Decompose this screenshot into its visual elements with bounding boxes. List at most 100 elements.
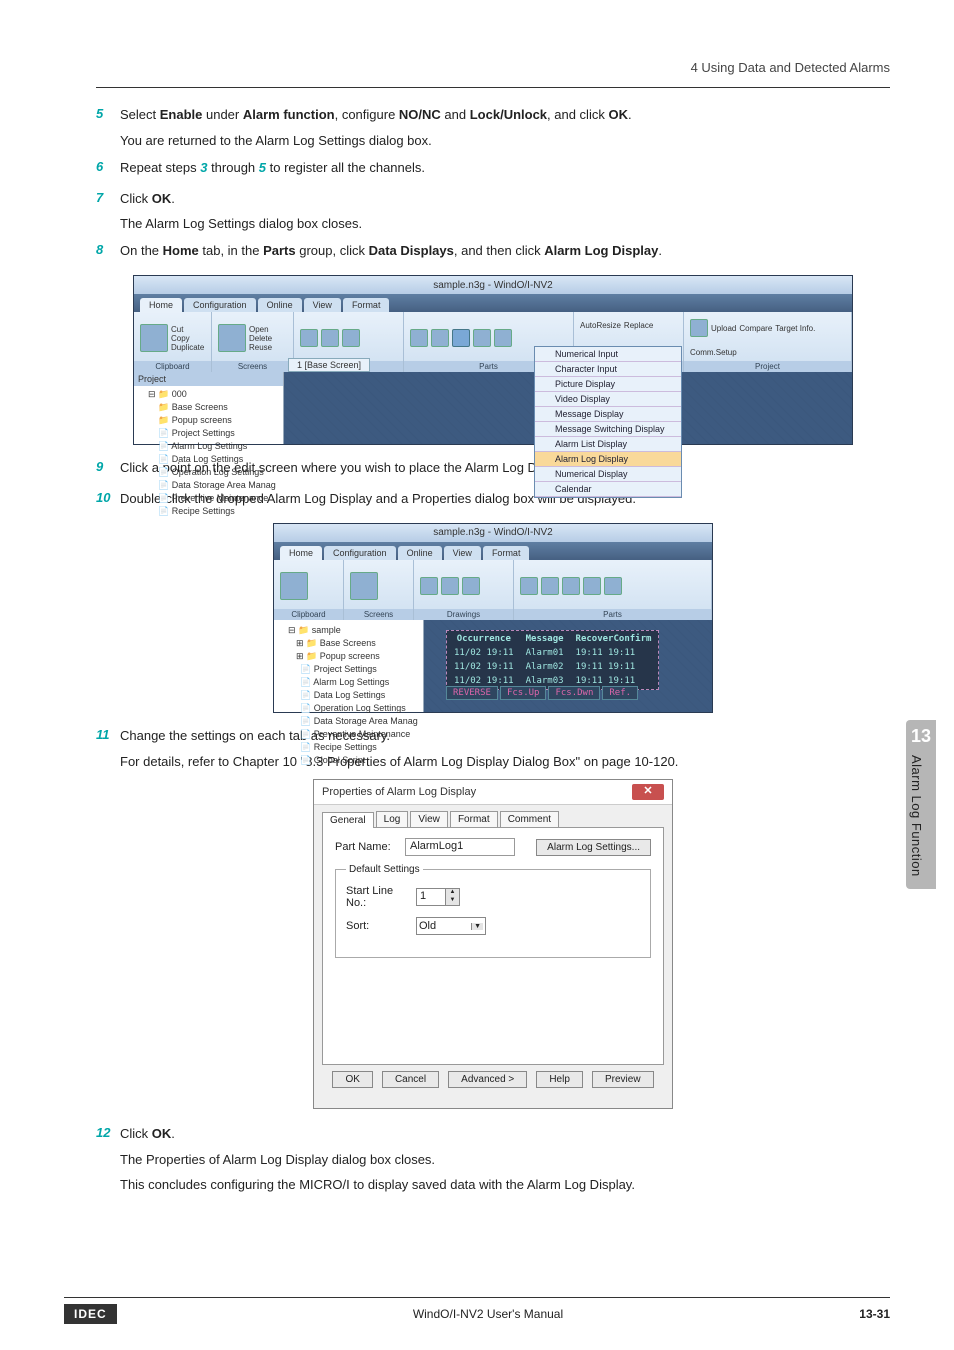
lamps-icon[interactable]	[431, 329, 449, 347]
close-icon[interactable]: ✕	[632, 784, 664, 800]
menu-numerical-input[interactable]: Numerical Input	[535, 347, 681, 362]
properties-title: Properties of Alarm Log Display	[322, 786, 476, 798]
properties-dialog: Properties of Alarm Log Display ✕ Genera…	[313, 779, 673, 1109]
step-12: 12 Click OK.	[96, 1125, 890, 1148]
ribbon-tab-view[interactable]: View	[304, 298, 341, 312]
project-tree-2[interactable]: ⊟ 📁 sample ⊞ 📁 Base Screens ⊞ 📁 Popup sc…	[274, 620, 424, 712]
step-12-sub1: The Properties of Alarm Log Display dial…	[120, 1151, 890, 1170]
chapter-side-tab: 13 Alarm Log Function	[906, 720, 936, 889]
btn-reverse[interactable]: REVERSE	[446, 686, 498, 700]
menu-video-display[interactable]: Video Display	[535, 392, 681, 407]
dropdown-icon: ▼	[471, 923, 483, 930]
preview-button[interactable]: Preview	[592, 1071, 654, 1088]
menu-character-input[interactable]: Character Input	[535, 362, 681, 377]
rtab-online2[interactable]: Online	[398, 546, 442, 560]
charts2-icon[interactable]	[583, 577, 601, 595]
chevron-down-icon[interactable]: ▼	[445, 897, 459, 905]
step-11: 11 Change the settings on each tab as ne…	[96, 727, 890, 750]
btn-ref[interactable]: Ref.	[602, 686, 638, 700]
data-displays-icon[interactable]	[452, 329, 470, 347]
pic2-icon[interactable]	[441, 577, 459, 595]
ribbon-tab-configuration[interactable]: Configuration	[184, 298, 256, 312]
charts-icon[interactable]	[473, 329, 491, 347]
step-7-num: 7	[96, 190, 120, 213]
shapes2-icon[interactable]	[420, 577, 438, 595]
footer-title: WindO/I-NV2 User's Manual	[413, 1307, 563, 1321]
alarm-log-part[interactable]: OccurrenceMessageRecoverConfirm 11/02 19…	[446, 630, 659, 690]
picture-icon[interactable]	[321, 329, 339, 347]
download-icon[interactable]	[690, 319, 708, 337]
ribbon-tab-online[interactable]: Online	[258, 298, 302, 312]
project-tree[interactable]: Project ⊟ 📁 000 📁 Base Screens 📁 Popup s…	[134, 372, 284, 444]
data-displays-menu[interactable]: Numerical Input Character Input Picture …	[534, 346, 682, 498]
screenshot-ribbon-droplist: sample.n3g - WindO/I-NV2 Home Configurat…	[133, 275, 853, 445]
brand-logo: IDEC	[64, 1304, 117, 1324]
step-12-sub2: This concludes configuring the MICRO/I t…	[120, 1176, 890, 1195]
app2-title: sample.n3g - WindO/I-NV2	[433, 527, 553, 538]
paste2-icon[interactable]	[280, 572, 308, 600]
screen-tab[interactable]: 1 [Base Screen]	[288, 358, 370, 372]
tab-log[interactable]: Log	[376, 811, 409, 827]
new-screen-icon[interactable]	[218, 324, 246, 352]
step-8: 8 On the Home tab, in the Parts group, c…	[96, 242, 890, 265]
buttons-icon[interactable]	[410, 329, 428, 347]
step-5: 5 Select Enable under Alarm function, co…	[96, 106, 890, 129]
cancel-button[interactable]: Cancel	[382, 1071, 439, 1088]
commands-icon[interactable]	[494, 329, 512, 347]
step-12-num: 12	[96, 1125, 120, 1148]
tab-format[interactable]: Format	[450, 811, 498, 827]
ok-button[interactable]: OK	[332, 1071, 372, 1088]
chapter-header: 4 Using Data and Detected Alarms	[96, 60, 890, 75]
chevron-up-icon[interactable]: ▲	[445, 889, 459, 897]
menu-picture-display[interactable]: Picture Display	[535, 377, 681, 392]
cmds2-icon[interactable]	[604, 577, 622, 595]
paste-icon[interactable]	[140, 324, 168, 352]
tab-comment[interactable]: Comment	[500, 811, 559, 827]
step-8-text: On the Home tab, in the Parts group, cli…	[120, 242, 890, 261]
new2-icon[interactable]	[350, 572, 378, 600]
side-tab-number: 13	[909, 726, 933, 747]
tab-view[interactable]: View	[410, 811, 448, 827]
rtab-view2[interactable]: View	[444, 546, 481, 560]
alarm-log-settings-button[interactable]: Alarm Log Settings...	[536, 839, 651, 856]
text2-icon[interactable]	[462, 577, 480, 595]
ribbon-tab-home[interactable]: Home	[140, 298, 182, 312]
app1-ribbon-tabs: Home Configuration Online View Format	[134, 294, 852, 312]
step-5-num: 5	[96, 106, 120, 129]
step-10-num: 10	[96, 490, 120, 513]
tab-general[interactable]: General	[322, 812, 374, 828]
rtab-home2[interactable]: Home	[280, 546, 322, 560]
menu-message-switching[interactable]: Message Switching Display	[535, 422, 681, 437]
step-8-num: 8	[96, 242, 120, 265]
page-footer: IDEC WindO/I-NV2 User's Manual 13-31	[64, 1297, 890, 1324]
text-icon[interactable]	[342, 329, 360, 347]
step-9-num: 9	[96, 459, 120, 482]
btn-fcs-up[interactable]: Fcs.Up	[500, 686, 547, 700]
step-11-text: Change the settings on each tab as neces…	[120, 727, 890, 746]
page-number: 13-31	[859, 1307, 890, 1321]
step-6: 6 Repeat steps 3 through 5 to register a…	[96, 159, 890, 182]
help-button[interactable]: Help	[536, 1071, 583, 1088]
start-line-stepper[interactable]: 1▲▼	[416, 888, 460, 906]
btn-fcs-dwn[interactable]: Fcs.Dwn	[548, 686, 600, 700]
shapes-icon[interactable]	[300, 329, 318, 347]
app1-title: sample.n3g - WindO/I-NV2	[433, 280, 553, 291]
partname-input[interactable]: AlarmLog1	[405, 838, 515, 856]
menu-alarm-list[interactable]: Alarm List Display	[535, 437, 681, 452]
data2-icon[interactable]	[562, 577, 580, 595]
lamps2-icon[interactable]	[541, 577, 559, 595]
rtab-config2[interactable]: Configuration	[324, 546, 396, 560]
partname-label: Part Name:	[335, 841, 405, 853]
ribbon-tab-format[interactable]: Format	[343, 298, 390, 312]
part-buttons: REVERSE Fcs.Up Fcs.Dwn Ref.	[446, 686, 638, 700]
sort-select[interactable]: Old▼	[416, 917, 486, 935]
menu-message-display[interactable]: Message Display	[535, 407, 681, 422]
menu-numerical-display[interactable]: Numerical Display	[535, 467, 681, 482]
advanced-button[interactable]: Advanced >	[448, 1071, 527, 1088]
step-7-text: Click OK.	[120, 190, 890, 209]
step-11-num: 11	[96, 727, 120, 750]
menu-calendar[interactable]: Calendar	[535, 482, 681, 497]
btns2-icon[interactable]	[520, 577, 538, 595]
rtab-format2[interactable]: Format	[483, 546, 530, 560]
menu-alarm-log-display[interactable]: Alarm Log Display	[535, 452, 681, 467]
